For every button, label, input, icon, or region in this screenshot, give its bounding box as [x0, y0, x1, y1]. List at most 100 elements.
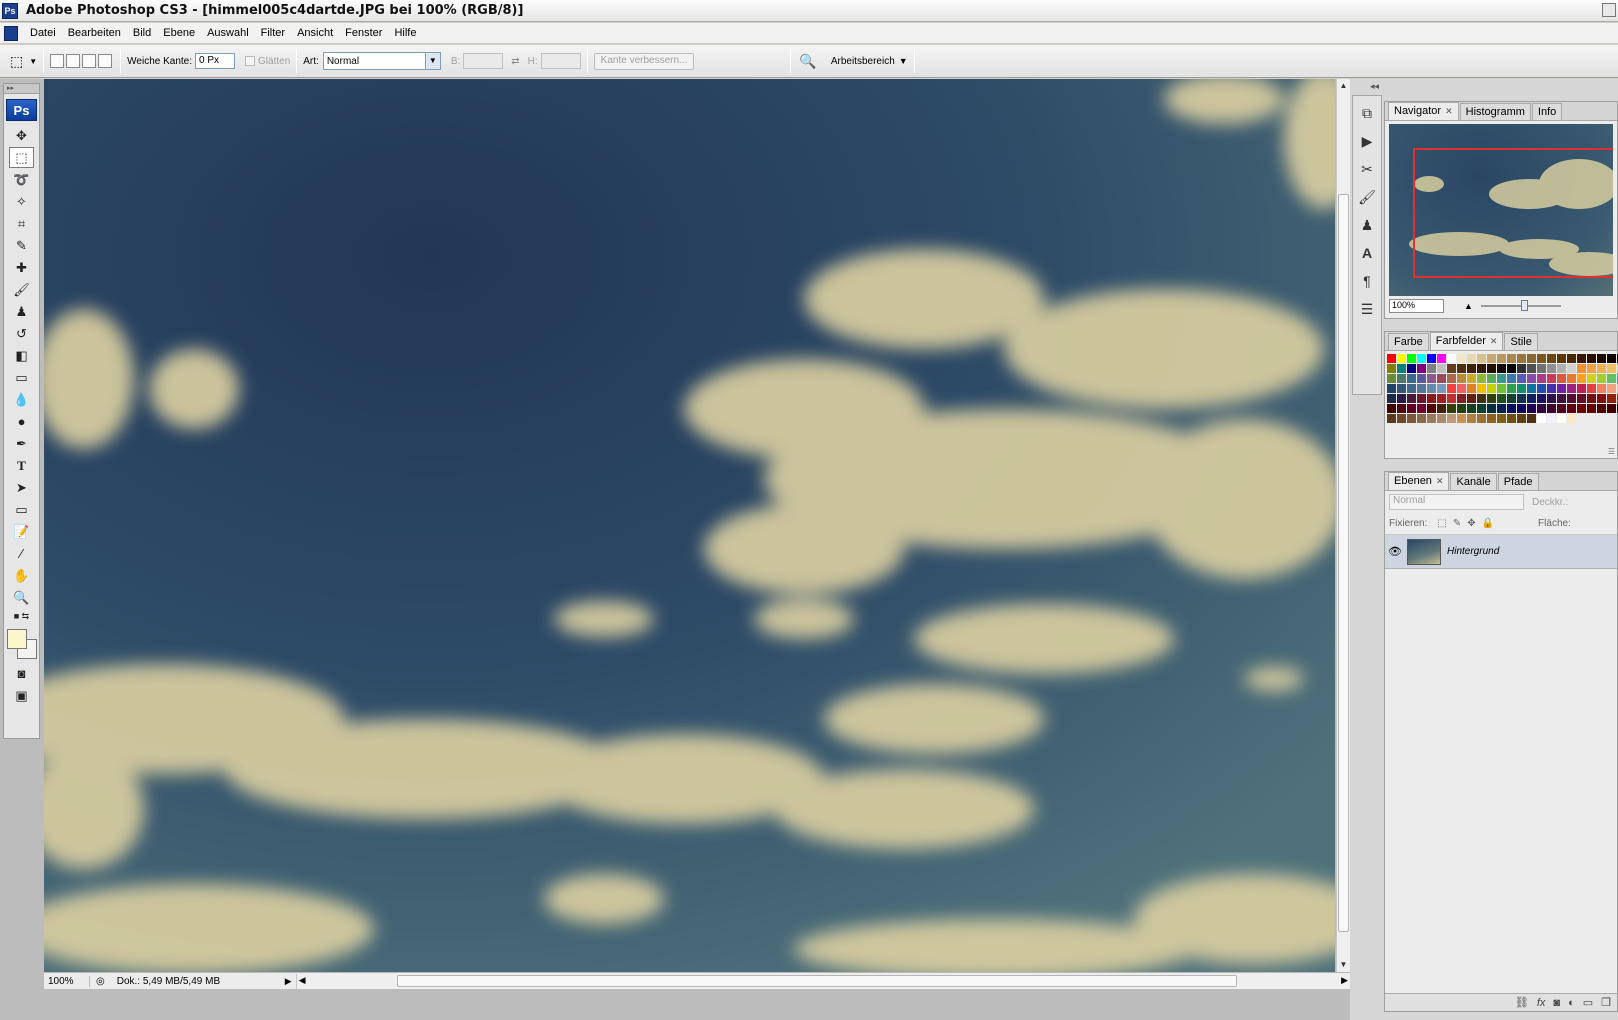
color-swatch[interactable]: [1607, 364, 1616, 373]
color-swatch[interactable]: [1567, 374, 1576, 383]
link-layers-icon[interactable]: ⛓: [1515, 996, 1529, 1009]
navigator-zoom-slider[interactable]: [1480, 300, 1561, 311]
color-swatch[interactable]: [1537, 394, 1546, 403]
tab-info[interactable]: Info: [1531, 103, 1563, 120]
color-swatch[interactable]: [1537, 374, 1546, 383]
color-swatch[interactable]: [1407, 354, 1416, 363]
color-swatch[interactable]: [1477, 384, 1486, 393]
color-swatch[interactable]: [1477, 404, 1486, 413]
slice-tool-icon[interactable]: ✎: [9, 235, 34, 256]
blend-mode-select[interactable]: Normal: [1389, 494, 1524, 510]
lock-position-icon[interactable]: ✥: [1467, 518, 1475, 529]
color-swatch[interactable]: [1547, 394, 1556, 403]
menu-auswahl[interactable]: Auswahl: [201, 27, 255, 39]
workspace-dropdown-icon[interactable]: ▼: [899, 56, 908, 66]
color-swatch[interactable]: [1427, 374, 1436, 383]
scroll-down-arrow-icon[interactable]: ▼: [1337, 958, 1350, 972]
color-swatch[interactable]: [1447, 384, 1456, 393]
horizontal-scrollbar[interactable]: ◀ ▶: [295, 973, 1350, 989]
tool-presets-icon[interactable]: ✂: [1356, 158, 1378, 180]
color-swatch[interactable]: [1477, 354, 1486, 363]
color-swatch[interactable]: [1567, 354, 1576, 363]
color-swatch[interactable]: [1587, 374, 1596, 383]
color-swatch[interactable]: [1557, 404, 1566, 413]
menu-filter[interactable]: Filter: [255, 27, 291, 39]
color-swatch[interactable]: [1567, 384, 1576, 393]
color-swatch[interactable]: [1517, 374, 1526, 383]
color-swatch[interactable]: [1597, 394, 1606, 403]
color-swatch[interactable]: [1557, 414, 1566, 423]
menu-bearbeiten[interactable]: Bearbeiten: [62, 27, 127, 39]
color-swatch[interactable]: [1587, 384, 1596, 393]
color-swatch[interactable]: [1407, 364, 1416, 373]
color-swatch[interactable]: [1477, 394, 1486, 403]
color-swatch[interactable]: [1417, 354, 1426, 363]
color-swatch[interactable]: [1577, 384, 1586, 393]
color-swatch[interactable]: [1407, 404, 1416, 413]
color-swatch[interactable]: [1587, 404, 1596, 413]
color-swatch[interactable]: [1417, 364, 1426, 373]
close-icon[interactable]: ✕: [1436, 476, 1444, 486]
color-swatch[interactable]: [1537, 404, 1546, 413]
color-swatch[interactable]: [1477, 374, 1486, 383]
color-swatch[interactable]: [1457, 384, 1466, 393]
adjustment-layer-icon[interactable]: ◐: [1568, 997, 1575, 1009]
color-swatch[interactable]: [1437, 364, 1446, 373]
gradient-tool-icon[interactable]: ▭: [9, 367, 34, 388]
panel-resize-icon[interactable]: ☰: [1608, 447, 1615, 456]
type-tool-icon[interactable]: T: [9, 455, 34, 476]
color-swatch[interactable]: [1497, 384, 1506, 393]
color-swatch[interactable]: [1467, 394, 1476, 403]
crop-tool-icon[interactable]: ⌗: [9, 213, 34, 234]
navigator-preview[interactable]: [1389, 124, 1613, 296]
color-swatch[interactable]: [1417, 374, 1426, 383]
color-swatch[interactable]: [1607, 374, 1616, 383]
color-swatch[interactable]: [1607, 404, 1616, 413]
color-swatch[interactable]: [1607, 384, 1616, 393]
color-swatch[interactable]: [1567, 404, 1576, 413]
color-swatch[interactable]: [1407, 394, 1416, 403]
tab-color[interactable]: Farbe: [1388, 333, 1429, 350]
menu-bild[interactable]: Bild: [127, 27, 157, 39]
add-mask-icon[interactable]: ◙: [1553, 997, 1560, 1009]
history-panel-icon[interactable]: ⧉: [1356, 102, 1378, 124]
color-swatch[interactable]: [1427, 394, 1436, 403]
color-swatch[interactable]: [1467, 384, 1476, 393]
color-swatch[interactable]: [1507, 354, 1516, 363]
color-swatch[interactable]: [1527, 374, 1536, 383]
color-swatch[interactable]: [1527, 414, 1536, 423]
color-swatch[interactable]: [1577, 374, 1586, 383]
color-swatch[interactable]: [1497, 394, 1506, 403]
color-swatch[interactable]: [1577, 404, 1586, 413]
color-swatch[interactable]: [1537, 414, 1546, 423]
color-swatch[interactable]: [1497, 364, 1506, 373]
color-swatch[interactable]: [1477, 414, 1486, 423]
menu-hilfe[interactable]: Hilfe: [388, 27, 422, 39]
zoom-tool-icon[interactable]: 🔍: [9, 587, 34, 608]
lock-all-icon[interactable]: 🔒: [1482, 518, 1494, 529]
path-selection-tool-icon[interactable]: ➤: [9, 477, 34, 498]
color-swatch[interactable]: [1547, 414, 1556, 423]
preset-dropdown-icon[interactable]: ▼: [29, 57, 37, 66]
clone-stamp-tool-icon[interactable]: ♟: [9, 301, 34, 322]
color-swatch[interactable]: [1447, 414, 1456, 423]
color-swatch[interactable]: [1577, 394, 1586, 403]
rectangular-marquee-tool-icon[interactable]: ⬚: [9, 147, 34, 168]
color-swatch[interactable]: [1487, 354, 1496, 363]
color-swatch[interactable]: [1457, 374, 1466, 383]
color-swatch[interactable]: [1527, 354, 1536, 363]
color-swatch[interactable]: [1487, 374, 1496, 383]
vertical-scroll-thumb[interactable]: [1338, 194, 1349, 932]
color-swatch[interactable]: [1437, 404, 1446, 413]
color-swatch[interactable]: [1537, 384, 1546, 393]
color-swatch[interactable]: [1397, 414, 1406, 423]
color-swatch[interactable]: [1487, 364, 1496, 373]
new-group-icon[interactable]: ▭: [1583, 996, 1593, 1009]
color-swatch[interactable]: [1527, 394, 1536, 403]
scroll-left-arrow-icon[interactable]: ◀: [299, 975, 306, 986]
subtract-selection-icon[interactable]: [82, 54, 97, 68]
document-menu-icon[interactable]: [4, 25, 18, 41]
swap-dimensions-icon[interactable]: ⇄: [511, 56, 519, 67]
paragraph-panel-icon[interactable]: ¶: [1356, 270, 1378, 292]
color-swatch[interactable]: [1457, 354, 1466, 363]
